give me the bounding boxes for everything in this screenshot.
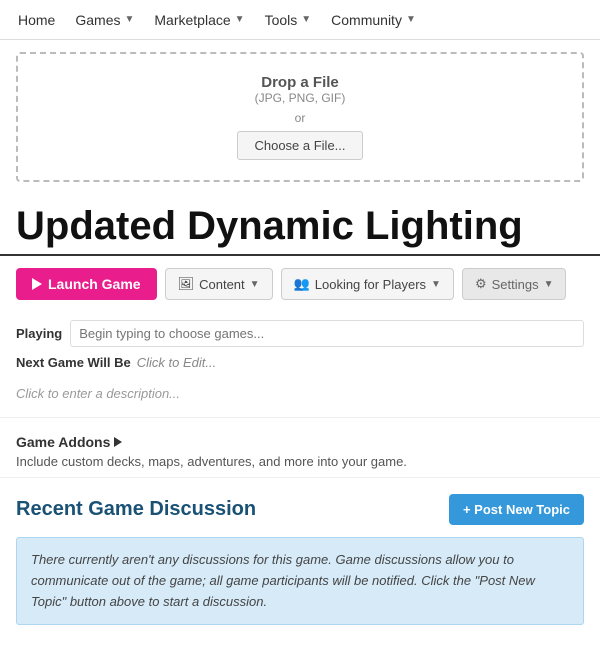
nav-home[interactable]: Home <box>8 0 65 40</box>
content-icon: 🖼 <box>178 276 195 292</box>
playing-field-row: Playing <box>16 320 584 347</box>
settings-button[interactable]: ⚙ Settings ▼ <box>462 268 567 300</box>
action-bar: Launch Game 🖼 Content ▼ 👥 Looking for Pl… <box>0 256 600 312</box>
form-section: Playing Next Game Will Be Click to Edit.… <box>0 312 600 418</box>
discussion-section: Recent Game Discussion + Post New Topic … <box>0 478 600 625</box>
upload-title: Drop a File <box>38 74 562 91</box>
game-addons-section: Game Addons Include custom decks, maps, … <box>0 418 600 478</box>
looking-for-players-button[interactable]: 👥 Looking for Players ▼ <box>281 268 454 300</box>
playing-label: Playing <box>16 326 62 341</box>
discussion-empty-message: There currently aren't any discussions f… <box>16 537 584 625</box>
addons-toggle[interactable]: Game Addons <box>16 434 584 450</box>
playing-input[interactable] <box>70 320 584 347</box>
content-button[interactable]: 🖼 Content ▼ <box>165 268 273 300</box>
page-title: Updated Dynamic Lighting <box>0 194 600 256</box>
discussion-title: Recent Game Discussion <box>16 498 256 521</box>
content-chevron-icon: ▼ <box>250 279 260 290</box>
nav-community[interactable]: Community ▼ <box>321 0 426 40</box>
players-icon: 👥 <box>294 276 310 292</box>
addons-expand-icon <box>114 437 122 447</box>
settings-label: Settings <box>492 277 539 292</box>
post-new-topic-button[interactable]: + Post New Topic <box>449 494 584 525</box>
looking-chevron-icon: ▼ <box>431 279 441 290</box>
discussion-header: Recent Game Discussion + Post New Topic <box>16 494 584 525</box>
looking-label: Looking for Players <box>315 277 426 292</box>
nav-tools-arrow: ▼ <box>301 14 311 25</box>
nav-marketplace[interactable]: Marketplace ▼ <box>144 0 254 40</box>
play-icon <box>32 278 42 290</box>
navigation: Home Games ▼ Marketplace ▼ Tools ▼ Commu… <box>0 0 600 40</box>
launch-game-label: Launch Game <box>48 276 141 292</box>
description-field[interactable]: Click to enter a description... <box>16 378 584 409</box>
nav-marketplace-arrow: ▼ <box>235 14 245 25</box>
nav-community-label: Community <box>331 12 402 28</box>
gear-icon: ⚙ <box>475 276 487 292</box>
nav-games-label: Games <box>75 12 120 28</box>
addons-description: Include custom decks, maps, adventures, … <box>16 454 584 469</box>
settings-chevron-icon: ▼ <box>544 279 554 290</box>
upload-or: or <box>38 111 562 125</box>
nav-games-arrow: ▼ <box>124 14 134 25</box>
choose-file-button[interactable]: Choose a File... <box>237 131 362 160</box>
next-game-label: Next Game Will Be <box>16 355 131 370</box>
nav-games[interactable]: Games ▼ <box>65 0 144 40</box>
upload-subtitle: (JPG, PNG, GIF) <box>38 91 562 105</box>
content-label: Content <box>199 277 245 292</box>
file-upload-zone[interactable]: Drop a File (JPG, PNG, GIF) or Choose a … <box>16 52 584 182</box>
nav-home-label: Home <box>18 12 55 28</box>
addons-label: Game Addons <box>16 434 110 450</box>
launch-game-button[interactable]: Launch Game <box>16 268 157 300</box>
nav-tools[interactable]: Tools ▼ <box>255 0 322 40</box>
nav-community-arrow: ▼ <box>406 14 416 25</box>
nav-marketplace-label: Marketplace <box>154 12 230 28</box>
next-game-row: Next Game Will Be Click to Edit... <box>16 355 584 370</box>
nav-tools-label: Tools <box>265 12 298 28</box>
next-game-edit[interactable]: Click to Edit... <box>137 355 216 370</box>
